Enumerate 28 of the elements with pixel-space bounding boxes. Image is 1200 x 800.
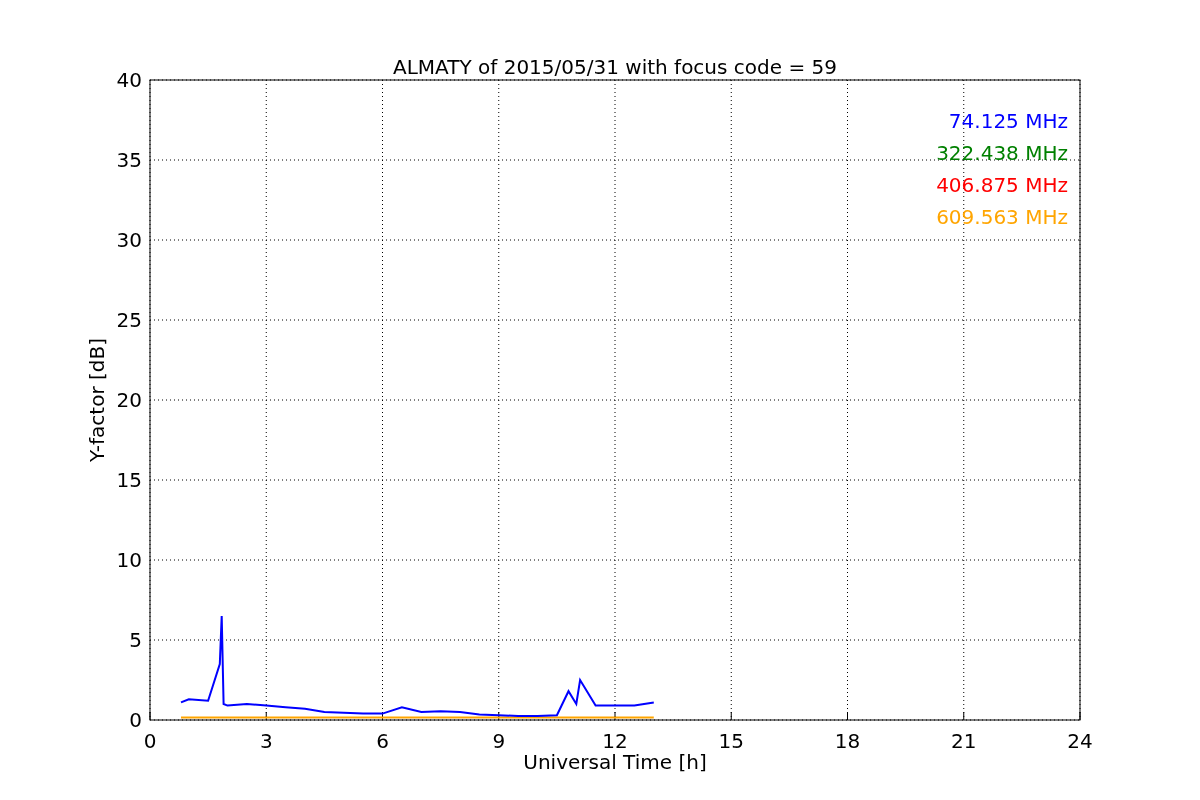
tick-mark: [847, 711, 848, 721]
y-tick-label: 35: [116, 148, 142, 172]
y-tick-label: 5: [129, 628, 142, 652]
legend-label: 74.125 MHz: [948, 109, 1068, 133]
legend-label: 322.438 MHz: [936, 141, 1068, 165]
x-tick-label: 6: [376, 729, 389, 753]
y-tick-label: 10: [116, 548, 142, 572]
legend-label: 406.875 MHz: [936, 173, 1068, 197]
legend-label: 609.563 MHz: [936, 205, 1068, 229]
y-tick-label: 25: [116, 308, 142, 332]
x-tick-label: 18: [834, 729, 861, 753]
y-tick-label: 20: [116, 388, 142, 412]
y-axis-label: Y-factor [dB]: [85, 338, 109, 462]
x-axis-label: Universal Time [h]: [523, 750, 707, 774]
tick-mark: [963, 711, 965, 721]
x-tick-label: 21: [951, 729, 977, 753]
x-tick-label: 0: [143, 729, 157, 753]
x-tick-label: 15: [718, 729, 744, 753]
x-tick-label: 12: [602, 729, 628, 753]
y-tick-label: 15: [116, 468, 142, 492]
y-tick-label: 0: [129, 708, 142, 732]
x-tick-label: 24: [1067, 729, 1093, 753]
chart-title: ALMATY of 2015/05/31 with focus code = 59: [393, 55, 837, 79]
x-tick-label: 3: [259, 729, 273, 753]
y-tick-label: 40: [116, 68, 142, 92]
y-tick-label: 30: [116, 228, 142, 252]
x-tick-label: 9: [492, 729, 506, 753]
tick-mark: [730, 711, 732, 721]
